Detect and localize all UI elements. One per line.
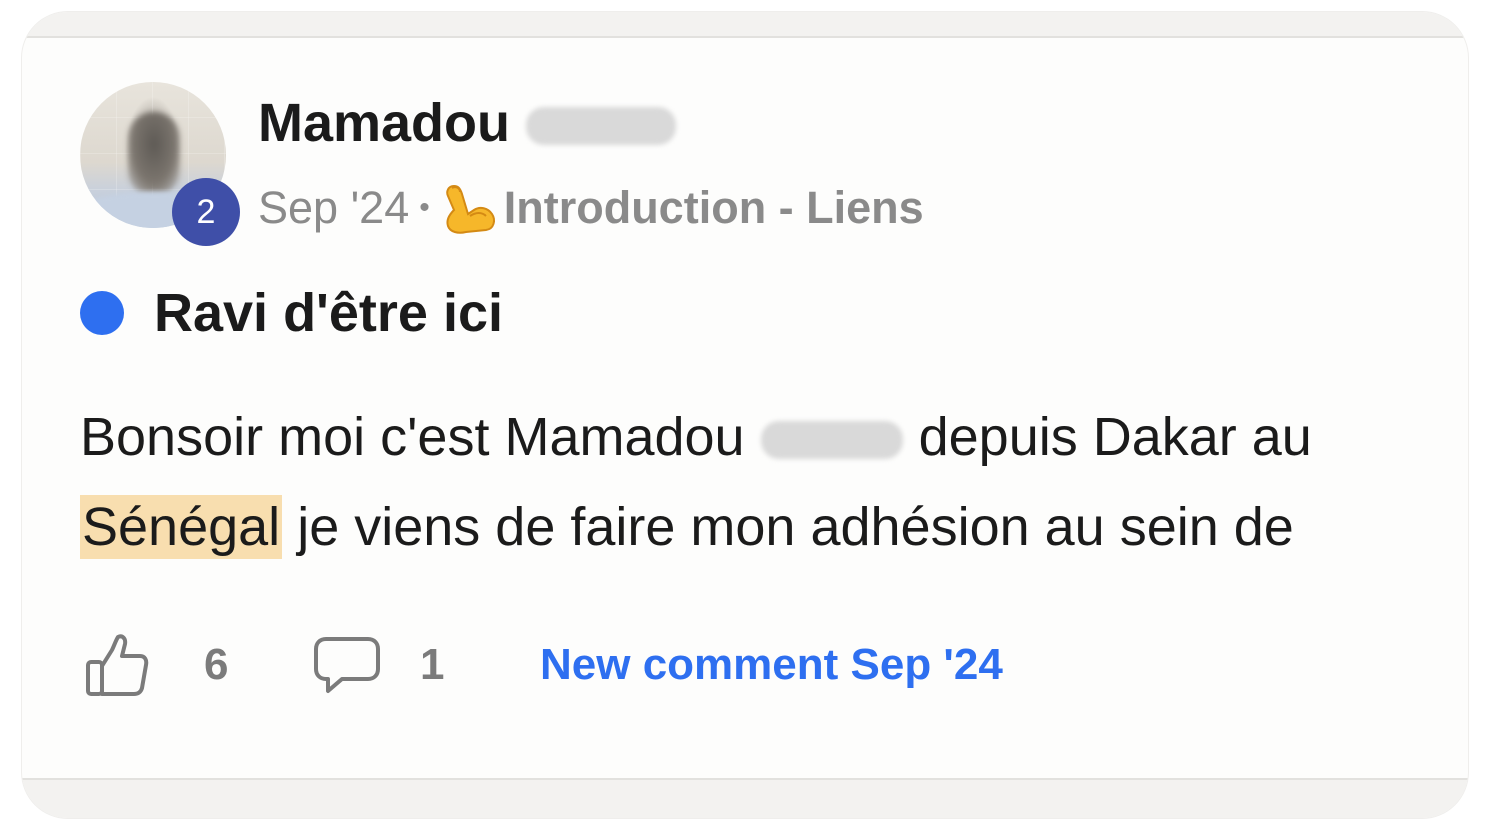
post-meta: Sep '24 • Introduction - Liens bbox=[258, 180, 924, 236]
author-last-name-redacted bbox=[526, 107, 677, 145]
like-icon[interactable] bbox=[84, 632, 150, 698]
like-count: 6 bbox=[204, 640, 229, 689]
post-date[interactable]: Sep '24 bbox=[258, 182, 409, 234]
avatar-figure bbox=[128, 112, 180, 192]
excerpt-line-2: Sénégal je viens de faire mon adhésion a… bbox=[80, 482, 1440, 572]
post-actions: 6 1 New comment Sep '24 bbox=[84, 632, 1003, 698]
avatar-badge: 2 bbox=[172, 178, 240, 246]
excerpt-highlight: Sénégal bbox=[80, 495, 283, 559]
post-excerpt[interactable]: Bonsoir moi c'est Mamadou depuis Dakar au… bbox=[80, 392, 1440, 572]
excerpt-redacted-name bbox=[760, 421, 903, 459]
comment-count: 1 bbox=[420, 640, 445, 689]
comment-icon[interactable] bbox=[312, 635, 382, 695]
category-link[interactable]: Introduction - Liens bbox=[504, 182, 924, 234]
flexed-biceps-icon bbox=[440, 180, 498, 236]
card-bottom-divider bbox=[22, 778, 1468, 818]
new-comment-link[interactable]: New comment Sep '24 bbox=[540, 640, 1003, 690]
topic-card[interactable]: 2 Mamadou Sep '24 • Introduction - Liens… bbox=[22, 12, 1468, 818]
excerpt-line-1: Bonsoir moi c'est Mamadou depuis Dakar au bbox=[80, 392, 1440, 482]
author-name[interactable]: Mamadou bbox=[258, 92, 677, 154]
topic-title[interactable]: Ravi d'être ici bbox=[154, 282, 503, 344]
card-top-divider bbox=[22, 12, 1468, 38]
topic-title-row[interactable]: Ravi d'être ici bbox=[80, 282, 503, 344]
excerpt-text-2: depuis Dakar au bbox=[918, 407, 1312, 467]
excerpt-text-3: je viens de faire mon adhésion au sein d… bbox=[282, 497, 1294, 557]
meta-separator: • bbox=[419, 191, 430, 224]
unread-indicator bbox=[80, 291, 124, 335]
author-first-name: Mamadou bbox=[258, 93, 511, 153]
excerpt-text-1: Bonsoir moi c'est Mamadou bbox=[80, 407, 745, 467]
